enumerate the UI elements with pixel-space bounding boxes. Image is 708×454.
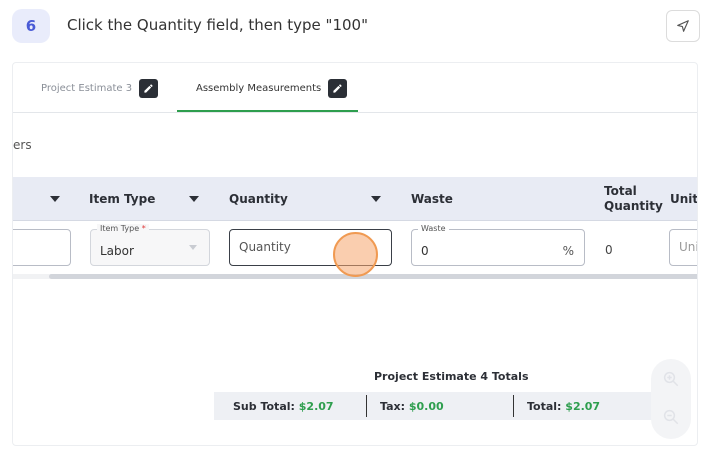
waste-input[interactable]: Waste 0 %: [411, 224, 585, 266]
sort-down-icon[interactable]: [189, 196, 199, 202]
zoom-controls: [651, 359, 691, 439]
totals-bar: Sub Total: $2.07 Tax: $0.00 Total: $2.07: [214, 392, 665, 420]
header-unit[interactable]: Unit c: [670, 177, 697, 221]
tab-project-estimate-3[interactable]: Project Estimate 3: [41, 63, 159, 113]
sort-down-icon[interactable]: [371, 196, 381, 202]
click-target-indicator: [333, 232, 378, 277]
step-number-badge: 6: [12, 9, 50, 43]
zoom-out-icon: [663, 409, 679, 425]
pencil-icon[interactable]: [139, 78, 159, 98]
field-value: 0: [421, 244, 429, 258]
section-label: ers: [13, 138, 32, 152]
chevron-down-icon: [189, 245, 197, 250]
total-quantity-value: 0: [605, 243, 613, 257]
divider: [513, 395, 514, 417]
grand-total: Total: $2.07: [527, 400, 601, 413]
header-line: Total: [604, 184, 637, 198]
step-instruction: Click the Quantity field, then type "100…: [67, 16, 368, 34]
percent-suffix: %: [562, 244, 574, 258]
header-item-type[interactable]: Item Type: [89, 177, 155, 221]
zoom-in-icon: [663, 371, 679, 387]
screenshot-card: Project Estimate 3 Assembly Measurements…: [12, 62, 698, 446]
sort-down-icon[interactable]: [50, 196, 60, 202]
field-placeholder: Unit: [679, 240, 697, 254]
tab-assembly-measurements[interactable]: Assembly Measurements: [196, 63, 348, 113]
header-line: Quantity: [604, 199, 663, 213]
tab-label: Project Estimate 3: [41, 82, 133, 94]
send-arrow-icon: [677, 20, 689, 32]
field-value: Labor: [100, 244, 134, 258]
field-label: Waste: [418, 224, 449, 233]
field-label: Item Type *: [97, 224, 149, 233]
tab-bar: Project Estimate 3 Assembly Measurements: [13, 63, 697, 113]
divider: [366, 395, 367, 417]
navigate-button[interactable]: [666, 10, 700, 42]
cut-off-input[interactable]: [13, 229, 71, 266]
totals-title: Project Estimate 4 Totals: [374, 370, 529, 383]
pencil-icon[interactable]: [328, 78, 348, 98]
horizontal-scrollbar-thumb[interactable]: [49, 274, 697, 279]
sub-total: Sub Total: $2.07: [233, 400, 334, 413]
tutorial-step-view: 6 Click the Quantity field, then type "1…: [0, 0, 708, 454]
header-quantity[interactable]: Quantity: [229, 177, 288, 221]
zoom-out-button[interactable]: [659, 405, 683, 429]
active-tab-indicator: [177, 110, 358, 112]
header-total-quantity[interactable]: Total Quantity: [604, 177, 663, 221]
item-type-select[interactable]: Item Type * Labor: [90, 224, 210, 266]
tab-label: Assembly Measurements: [196, 82, 322, 94]
tax-total: Tax: $0.00: [380, 400, 444, 413]
field-placeholder: Quantity: [239, 240, 291, 254]
header-waste[interactable]: Waste: [411, 177, 453, 221]
zoom-in-button[interactable]: [659, 367, 683, 391]
table-header: Item Type Quantity Waste Total Quantity …: [13, 177, 697, 221]
unit-input[interactable]: Unit: [669, 229, 697, 266]
